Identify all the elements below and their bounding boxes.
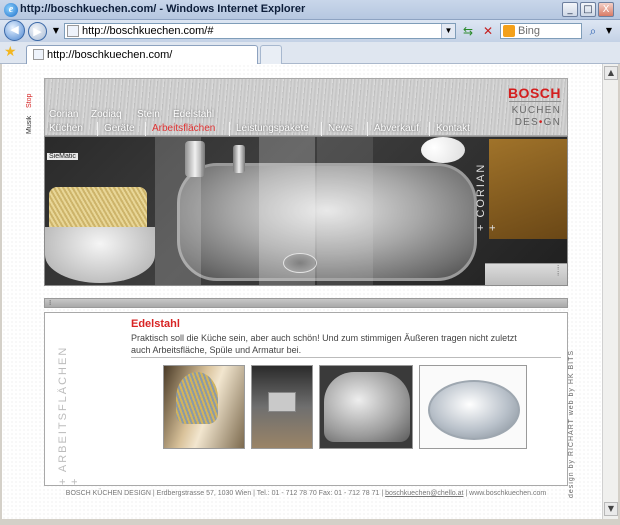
address-dropdown-icon[interactable]: ▼ [441,24,455,38]
thumbnail-corner-sink[interactable] [319,365,413,449]
new-tab-button[interactable] [260,45,282,64]
hood-image [268,392,296,412]
nav-kuechen[interactable]: Küchen [45,122,83,136]
hero-image: SieMatic + CORIAN + ⁝ ⁝ [44,136,568,286]
vertical-scrollbar[interactable]: ▲ ▼ [602,64,618,519]
hero-sign: SieMatic [47,153,78,160]
footer-website[interactable]: | www.boschkuechen.com [465,490,546,497]
favorites-bar: ★ http://boschkuechen.com/ [0,42,620,64]
garlic [421,137,465,163]
footer-address: BOSCH KÜCHEN DESIGN | Erdbergstrasse 57,… [65,490,384,497]
stop-icon[interactable]: ✕ [480,23,496,39]
forward-button[interactable]: ▶ [28,22,47,41]
nav-abverkauf[interactable]: Abverkauf [367,122,419,136]
hero-vertical-label: + CORIAN + [475,162,499,231]
main-navigation: Küchen Geräte Arbeitsflächen Leistungspa… [45,122,497,136]
overlay-panel [259,137,315,285]
window-title: http://boschkuechen.com/ - Windows Inter… [20,3,306,15]
maximize-button[interactable]: □ [580,2,596,17]
logo-kuechen: KÜCHEN [511,105,561,116]
cutting-board [489,139,567,239]
subnav-zodiaq[interactable]: Zodiaq [91,109,122,120]
nav-arbeitsflaechen[interactable]: Arbeitsflächen [145,122,215,136]
site-footer: BOSCH KÜCHEN DESIGN | Erdbergstrasse 57,… [44,490,568,497]
search-input[interactable]: Bing [500,23,582,39]
section-intro: Praktisch soll die Küche sein, aber auch… [131,333,517,355]
overlay-panel [317,137,373,285]
browser-tab[interactable]: http://boschkuechen.com/ [26,45,258,64]
site-header: BOSCH KÜCHEN DES•GN Corian Zodiaq Stein … [44,78,568,136]
address-url[interactable]: http://boschkuechen.com/# [82,25,213,37]
ie-logo-icon: e [4,3,18,17]
logo-design: DES•GN [515,117,561,128]
tab-label: http://boschkuechen.com/ [47,49,173,61]
search-placeholder: Bing [518,25,541,37]
favorites-star-icon[interactable]: ★ [4,44,17,60]
nav-leistungspakete[interactable]: Leistungspakete [229,122,309,136]
bosch-logo[interactable]: BOSCH [508,85,561,101]
nav-kontakt[interactable]: Kontakt [429,122,470,136]
logo-design-a: DES [514,117,539,128]
content-panel: + ARBEITSFLÄCHEN + Edelstahl Praktisch s… [44,312,568,486]
nav-geraete[interactable]: Geräte [97,122,135,136]
history-dropdown-icon[interactable]: ▼ [48,23,64,39]
address-bar[interactable]: http://boschkuechen.com/# ▼ [64,23,456,39]
nav-news[interactable]: News [321,122,353,136]
thumbnail-oval-sink[interactable] [419,365,527,449]
logo-design-b: GN [543,117,561,128]
minimize-button[interactable]: _ [562,2,578,17]
close-button[interactable]: X [598,2,614,17]
tab-page-icon [33,49,44,60]
window-titlebar: e http://boschkuechen.com/ - Windows Int… [0,0,620,20]
thumbnail-glass[interactable] [163,365,245,449]
corner-sink-image [324,372,410,442]
search-icon[interactable]: ⌕ [585,23,601,39]
bowl [45,227,155,283]
scroll-up-icon[interactable]: ▲ [604,66,618,80]
window-bottom-edge [0,519,620,525]
search-options-icon[interactable]: ▼ [601,23,617,39]
design-credit: design by RICHART web by HK BITS [568,349,575,498]
site-container: BOSCH KÜCHEN DES•GN Corian Zodiaq Stein … [44,78,575,498]
scroll-down-icon[interactable]: ▼ [604,502,618,516]
section-divider [131,357,561,358]
bing-icon [503,25,515,37]
faucet-small [233,145,245,173]
navigation-toolbar: ◀ ▶ ▼ http://boschkuechen.com/# ▼ ⇆ ✕ Bi… [0,20,620,42]
overlay-panel [155,137,201,285]
music-stop-label[interactable]: Stop [26,68,33,108]
divider-bar: ⁞ [44,298,568,308]
music-toggle[interactable]: Musik Stop [26,94,40,164]
glass-image [176,372,218,424]
page-icon [67,25,79,37]
oval-sink-image [428,380,520,440]
footer-email-link[interactable]: boschkuechen@chello.at [385,490,463,497]
subnav-corian[interactable]: Corian [49,109,78,120]
section-heading: Edelstahl [131,318,180,330]
compatibility-icon[interactable]: ⇆ [460,23,476,39]
subnav-edelstahl[interactable]: Edelstahl [173,109,214,120]
logo-divider [509,101,561,102]
page-viewport: Musik Stop BOSCH KÜCHEN DES•GN Corian Zo… [2,64,602,519]
thumbnail-kitchen-hood[interactable] [251,365,313,449]
divider-handle-icon[interactable]: ⁞ [49,299,51,307]
hero-footer-strip [485,263,567,285]
section-vertical-label: + ARBEITSFLÄCHEN + [57,345,81,485]
resize-grip-icon[interactable]: ⁝ ⁝ [557,265,559,278]
subnav-stein[interactable]: Stein [137,109,160,120]
back-button[interactable]: ◀ [4,20,25,41]
